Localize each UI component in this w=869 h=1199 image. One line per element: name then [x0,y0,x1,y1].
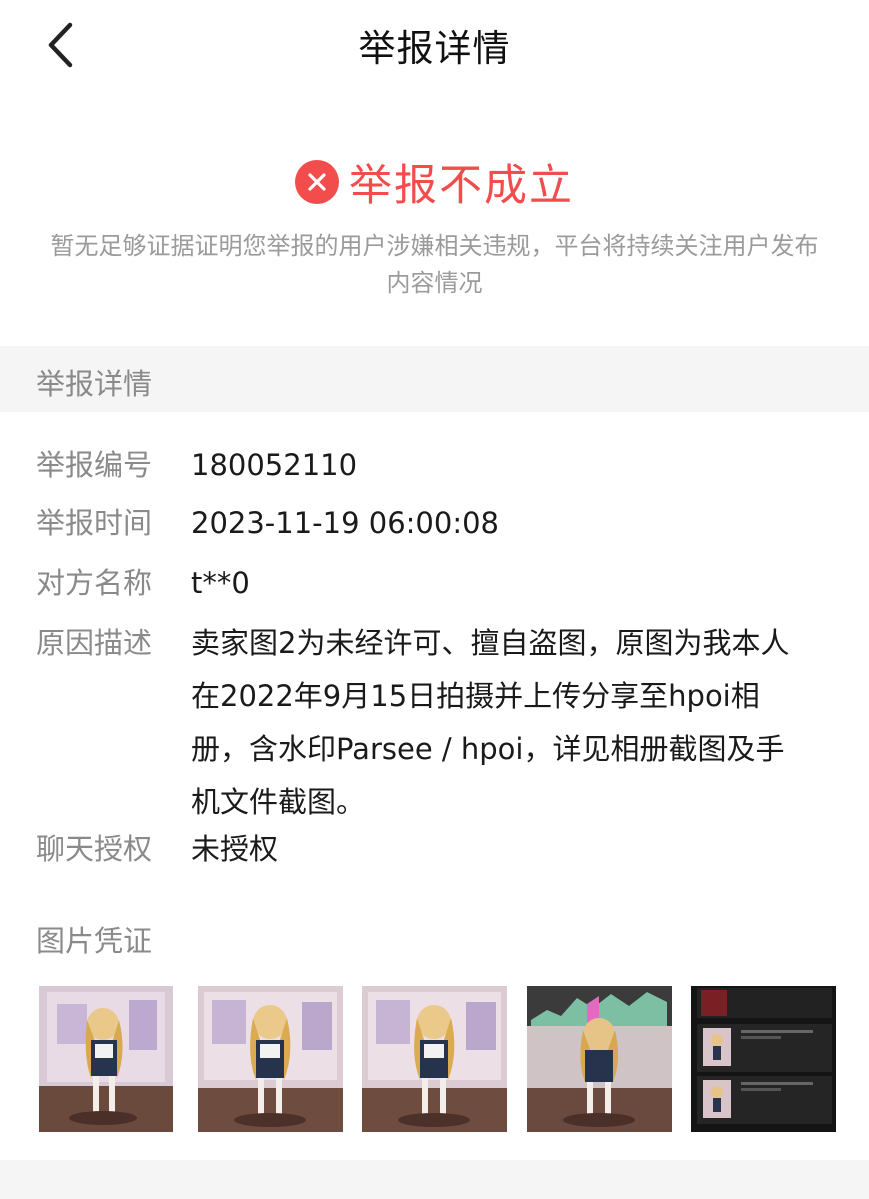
proof-image-3[interactable] [362,986,507,1132]
target-value: t**0 [191,566,250,600]
reason-value: 卖家图2为未经许可、擅自盗图，原图为我本人在2022年9月15日拍摄并上传分享至… [191,626,790,819]
chat-label: 聊天授权 [36,832,153,866]
proof-label: 图片凭证 [36,924,153,958]
proof-image-5[interactable] [691,986,836,1132]
reason-label: 原因描述 [36,626,153,660]
chat-value: 未授权 [191,832,279,866]
result-status: 举报不成立 [349,161,574,211]
section-title: 举报详情 [36,367,153,401]
report-no-value: 180052110 [191,448,358,482]
section-header: 举报详情 [0,346,869,412]
proof-image-1[interactable] [39,986,173,1132]
result-description: 暂无足够证据证明您举报的用户涉嫌相关违规，平台将持续关注用户发布内容情况 [50,232,819,297]
detail-row-chat: 聊天授权 未授权 [36,828,801,870]
target-label: 对方名称 [36,566,153,600]
detail-row-report-time: 举报时间 2023-11-19 06:00:08 [36,502,801,544]
bottom-spacer [0,1160,869,1199]
detail-row-target: 对方名称 t**0 [36,562,801,604]
page-title: 举报详情 [358,27,511,70]
report-no-label: 举报编号 [36,448,153,482]
detail-row-reason: 原因描述 卖家图2为未经许可、擅自盗图，原图为我本人在2022年9月15日拍摄并… [36,622,801,829]
top-nav: 举报详情 [0,0,869,92]
report-result: 举报不成立 [0,152,869,212]
detail-row-report-no: 举报编号 180052110 [36,444,801,486]
close-circle-icon [295,160,339,204]
report-time-value: 2023-11-19 06:00:08 [191,506,499,540]
proof-image-4[interactable] [527,986,672,1132]
proof-image-2[interactable] [198,986,343,1132]
report-time-label: 举报时间 [36,506,153,540]
